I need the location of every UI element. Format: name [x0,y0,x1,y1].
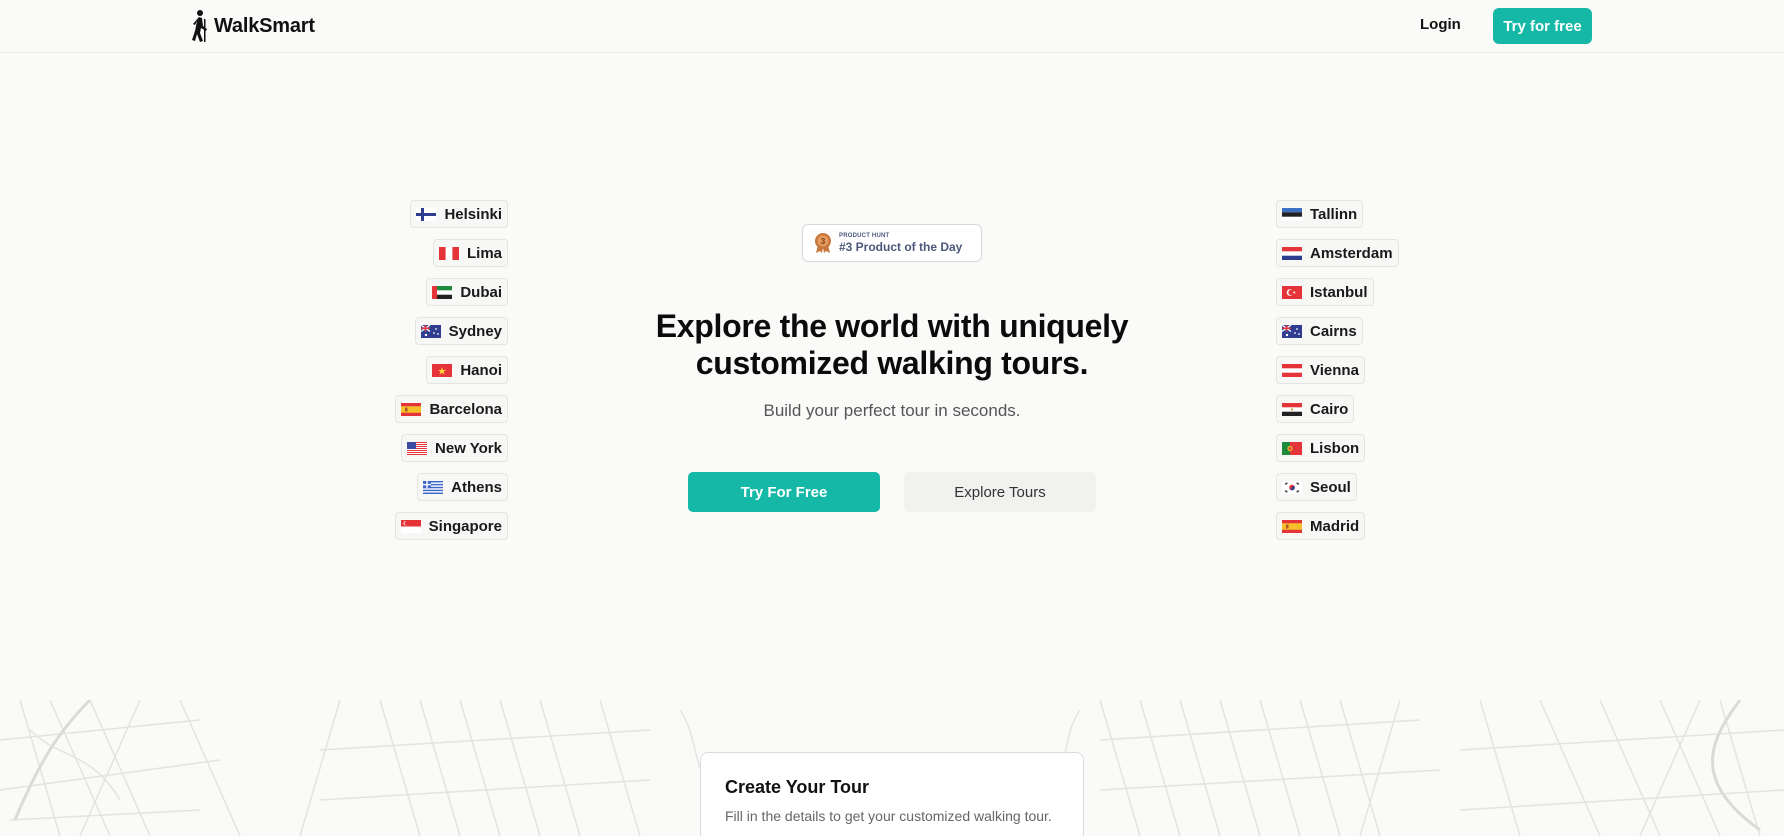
city-pill[interactable]: Hanoi [426,356,508,384]
card-title: Create Your Tour [725,777,870,797]
vietnam-flag-icon [432,363,453,377]
product-hunt-badge[interactable]: 3 PRODUCT HUNT #3 Product of the Day [802,224,982,262]
turkey-flag-icon [1282,285,1302,299]
city-pill[interactable]: Lima [432,239,508,267]
australia-flag-icon [420,324,441,338]
city-pill[interactable]: Vienna [1276,356,1365,384]
peru-flag-icon [438,246,459,260]
finland-flag-icon [416,207,437,221]
card-subtitle: Fill in the details to get your customiz… [725,808,1052,824]
city-pill[interactable]: Madrid [1276,512,1366,540]
login-link[interactable]: Login [1420,16,1461,33]
city-name: Dubai [460,283,502,301]
city-name: Lima [466,244,502,262]
singapore-flag-icon [400,519,421,533]
south-korea-flag-icon [1282,480,1302,494]
city-name: Hanoi [460,361,502,379]
city-name: Athens [451,478,502,496]
city-pill[interactable]: Sydney [414,317,508,345]
city-list-left: Helsinki Lima Dubai Sydney Hanoi Barcelona New… [394,200,508,540]
city-name: Barcelona [429,400,502,418]
austria-flag-icon [1282,363,1302,377]
city-pill[interactable]: Cairo [1276,395,1355,423]
city-pill[interactable]: Tallinn [1276,200,1364,228]
spain-flag-icon [401,402,422,416]
city-name: Madrid [1310,517,1360,535]
city-pill[interactable]: Lisbon [1276,434,1366,462]
city-pill[interactable]: Cairns [1276,317,1363,345]
hero-subtitle: Build your perfect tour in seconds. [763,401,1021,420]
city-name: New York [435,439,502,457]
greece-flag-icon [423,480,444,494]
try-for-free-button[interactable]: Try For Free [688,472,880,512]
uae-flag-icon [432,285,453,299]
city-name: Lisbon [1310,439,1360,457]
top-navbar: WalkSmart Login Try for free [0,0,1784,53]
badge-small-label: PRODUCT HUNT [839,232,890,239]
netherlands-flag-icon [1282,246,1302,260]
city-pill[interactable]: New York [401,434,508,462]
city-pill[interactable]: Singapore [394,512,508,540]
city-pill[interactable]: Istanbul [1276,278,1374,306]
australia-flag-icon [1282,324,1302,338]
usa-flag-icon [407,441,428,455]
city-name: Seoul [1310,478,1351,496]
brand-name: WalkSmart [214,14,315,37]
city-pill[interactable]: Barcelona [395,395,508,423]
city-name: Istanbul [1310,283,1368,301]
city-pill[interactable]: Amsterdam [1276,239,1399,267]
portugal-flag-icon [1282,441,1302,455]
badge-title: #3 Product of the Day [839,239,963,254]
city-pill[interactable]: Dubai [426,278,508,306]
walking-person-icon [192,10,207,42]
city-name: Amsterdam [1310,244,1393,262]
city-name: Vienna [1310,361,1359,379]
city-pill[interactable]: Athens [417,473,508,501]
city-pill[interactable]: Helsinki [410,200,508,228]
city-name: Helsinki [444,205,502,223]
city-list-right: Tallinn Amsterdam Istanbul Cairns Vienna Cair… [1276,200,1399,540]
hero-title: Explore the world with uniquely customiz… [655,308,1129,381]
city-name: Tallinn [1310,205,1358,223]
create-tour-card: Create Your Tour Fill in the details to … [700,752,1084,836]
city-name: Singapore [428,517,502,535]
estonia-flag-icon [1282,207,1302,221]
try-free-header-button[interactable]: Try for free [1493,8,1592,44]
brand-logo[interactable]: WalkSmart [190,9,315,43]
svg-text:3: 3 [821,237,826,246]
medal-icon: 3 [815,233,831,253]
city-pill[interactable]: Seoul [1276,473,1357,501]
city-name: Cairns [1310,322,1357,340]
spain-flag-icon [1282,519,1302,533]
egypt-flag-icon [1282,402,1302,416]
explore-tours-button[interactable]: Explore Tours [904,472,1096,512]
city-name: Sydney [448,322,502,340]
city-name: Cairo [1310,400,1349,418]
